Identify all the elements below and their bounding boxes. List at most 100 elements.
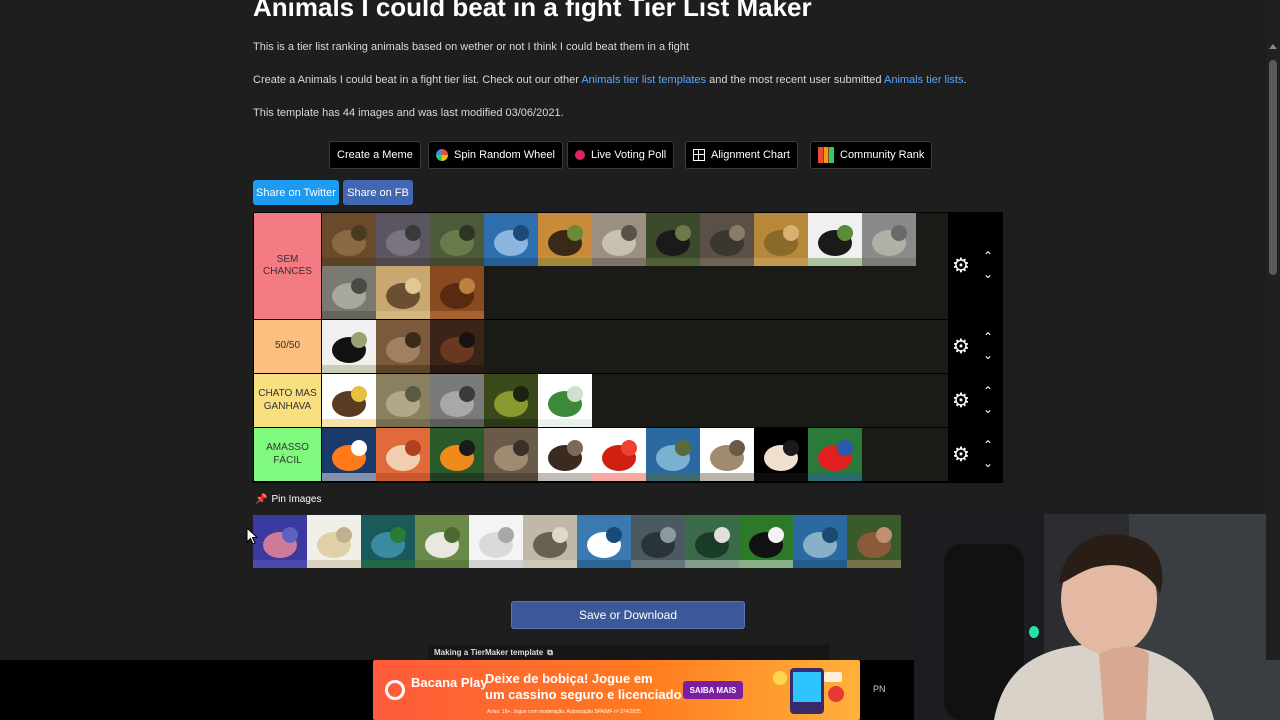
ad-headline-line2: um cassino seguro e licenciado — [485, 686, 682, 702]
ferret-image[interactable] — [538, 428, 592, 481]
templates-link[interactable]: Animals tier list templates — [581, 74, 706, 86]
grid-icon — [693, 149, 705, 161]
spin-wheel-label: Spin Random Wheel — [454, 149, 555, 161]
cow-image[interactable] — [739, 515, 793, 568]
community-rank-button[interactable]: Community Rank — [810, 141, 933, 169]
wolf-image[interactable] — [592, 213, 646, 266]
ad-banner[interactable]: Bacana Play Deixe de bobiça! Jogue em um… — [373, 660, 860, 720]
spin-wheel-button[interactable]: Spin Random Wheel — [428, 141, 563, 169]
lion-image[interactable] — [754, 213, 808, 266]
clownfish-image[interactable] — [322, 428, 376, 481]
cat-image[interactable] — [430, 374, 484, 427]
tier-row: AMASSO FÁCIL ⚙ ⌃ ⌄ — [254, 428, 1002, 482]
save-download-button[interactable]: Save or Download — [511, 601, 745, 629]
zebra-image[interactable] — [322, 320, 376, 373]
horse-image[interactable] — [430, 266, 484, 319]
tier-items[interactable] — [322, 428, 948, 481]
tier-label[interactable]: SEM CHANCES — [254, 213, 322, 319]
bear-image[interactable] — [322, 213, 376, 266]
lobster-image[interactable] — [592, 428, 646, 481]
scroll-up-arrow-icon[interactable] — [1269, 44, 1277, 49]
intro-middle: and the most recent user submitted — [706, 74, 884, 86]
voting-poll-button[interactable]: Live Voting Poll — [567, 141, 675, 169]
create-meme-label: Create a Meme — [337, 149, 413, 161]
eagle-image[interactable] — [322, 374, 376, 427]
chevron-down-icon[interactable]: ⌄ — [982, 349, 994, 361]
deer-image[interactable] — [376, 320, 430, 373]
hippo-image[interactable] — [376, 213, 430, 266]
chevron-up-icon[interactable]: ⌃ — [982, 439, 994, 451]
user-lists-link[interactable]: Animals tier lists — [884, 74, 963, 86]
fish-image[interactable] — [523, 515, 577, 568]
llama-image[interactable] — [376, 374, 430, 427]
crocodile-image[interactable] — [430, 213, 484, 266]
dog-image[interactable] — [307, 515, 361, 568]
crab-image[interactable] — [376, 428, 430, 481]
voting-poll-label: Live Voting Poll — [591, 149, 667, 161]
orangutan-image[interactable] — [430, 320, 484, 373]
peacock-image[interactable] — [361, 515, 415, 568]
scrollbar-thumb[interactable] — [1269, 60, 1277, 275]
swan-image[interactable] — [469, 515, 523, 568]
duck-image[interactable] — [685, 515, 739, 568]
share-twitter-button[interactable]: Share on Twitter — [253, 180, 339, 205]
tier-label[interactable]: CHATO MAS GANHAVA — [254, 374, 322, 427]
seal-image[interactable] — [631, 515, 685, 568]
sheep-image[interactable] — [415, 515, 469, 568]
chevron-up-icon[interactable]: ⌃ — [982, 385, 994, 397]
making-template-bar[interactable]: Making a TierMaker template ⧉ — [428, 645, 830, 660]
community-rank-label: Community Rank — [840, 149, 925, 161]
chevron-down-icon[interactable]: ⌄ — [982, 268, 994, 280]
chevron-down-icon[interactable]: ⌄ — [982, 457, 994, 469]
intro-suffix: . — [963, 74, 967, 86]
tier-label[interactable]: 50/50 — [254, 320, 322, 373]
share-facebook-button[interactable]: Share on FB — [343, 180, 413, 205]
ad-brand: Bacana Play — [411, 675, 488, 690]
scrollbar[interactable] — [1266, 0, 1280, 660]
gear-icon[interactable]: ⚙ — [951, 445, 971, 465]
goat-image[interactable] — [847, 515, 901, 568]
rhino-image[interactable] — [862, 213, 916, 266]
whale-image[interactable] — [577, 515, 631, 568]
tiger-image[interactable] — [538, 213, 592, 266]
template-description: This is a tier list ranking animals base… — [253, 41, 689, 53]
chevron-down-icon[interactable]: ⌄ — [982, 403, 994, 415]
tier-controls: ⚙ ⌃ ⌄ — [948, 428, 1002, 481]
pin-images-toggle[interactable]: 📌 Pin Images — [255, 494, 321, 505]
turtle-image[interactable] — [646, 428, 700, 481]
gear-icon[interactable]: ⚙ — [951, 391, 971, 411]
snake-image[interactable] — [484, 374, 538, 427]
tier-items[interactable] — [322, 213, 948, 319]
brand-logo-icon — [385, 680, 405, 700]
tier-board: SEM CHANCES ⚙ ⌃ ⌄ 50/50 ⚙ ⌃ ⌄ CHATO MAS GANHAVA ⚙… — [253, 212, 1003, 483]
komodo-dragon-image[interactable] — [700, 213, 754, 266]
poll-icon — [575, 150, 585, 160]
dolphin-image[interactable] — [793, 515, 847, 568]
tier-controls: ⚙ ⌃ ⌄ — [948, 320, 1002, 373]
tier-items[interactable] — [322, 374, 948, 427]
lizard-image[interactable] — [538, 374, 592, 427]
mouse-image[interactable] — [700, 428, 754, 481]
gear-icon[interactable]: ⚙ — [951, 337, 971, 357]
starfish-image[interactable] — [484, 428, 538, 481]
tier-label[interactable]: AMASSO FÁCIL — [254, 428, 322, 481]
alignment-chart-button[interactable]: Alignment Chart — [685, 141, 798, 169]
ad-headline-line1: Deixe de bobiça! Jogue em — [485, 671, 653, 686]
cheetah-image[interactable] — [376, 266, 430, 319]
elephant-image[interactable] — [322, 266, 376, 319]
squid-image[interactable] — [754, 428, 808, 481]
ad-cta-button[interactable]: SAIBA MAIS — [683, 681, 743, 699]
parrot-image[interactable] — [808, 428, 862, 481]
chevron-up-icon[interactable]: ⌃ — [982, 250, 994, 262]
tier-items[interactable] — [322, 320, 948, 373]
shark-image[interactable] — [484, 213, 538, 266]
tier-controls: ⚙ ⌃ ⌄ — [948, 213, 1002, 319]
chevron-up-icon[interactable]: ⌃ — [982, 331, 994, 343]
create-meme-button[interactable]: Create a Meme — [329, 141, 421, 169]
octopus-image[interactable] — [253, 515, 307, 568]
language-badge: PN — [873, 684, 886, 694]
panda-image[interactable] — [808, 213, 862, 266]
gear-icon[interactable]: ⚙ — [951, 256, 971, 276]
bird-image[interactable] — [430, 428, 484, 481]
gorilla-image[interactable] — [646, 213, 700, 266]
